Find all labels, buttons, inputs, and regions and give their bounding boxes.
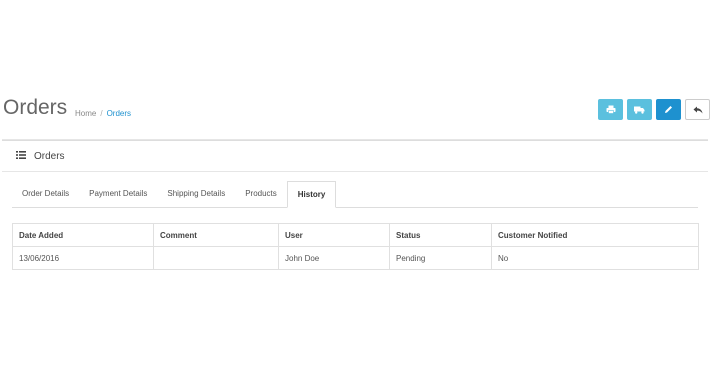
tab-products[interactable]: Products — [235, 181, 287, 207]
tab-order-details[interactable]: Order Details — [12, 181, 79, 207]
print-invoice-button[interactable] — [598, 99, 623, 120]
orders-panel: Orders Order Details Payment Details Shi… — [2, 140, 708, 281]
column-header: Customer Notified — [491, 223, 699, 247]
column-header: Comment — [153, 223, 279, 247]
edit-button[interactable] — [656, 99, 681, 120]
pencil-icon — [664, 105, 673, 114]
history-table: Date Added Comment User Status Customer … — [12, 223, 699, 270]
action-buttons — [598, 99, 710, 120]
column-header: Date Added — [12, 223, 154, 247]
breadcrumb: Home / Orders — [75, 109, 131, 118]
user-cell: John Doe — [278, 246, 390, 270]
date-added-cell: 13/06/2016 — [12, 246, 154, 270]
order-tabs: Order Details Payment Details Shipping D… — [12, 181, 698, 208]
panel-heading: Orders — [2, 141, 708, 172]
reply-icon — [693, 106, 703, 114]
tab-payment-details[interactable]: Payment Details — [79, 181, 157, 207]
back-button[interactable] — [685, 99, 710, 120]
truck-icon — [634, 106, 645, 114]
column-header: User — [278, 223, 390, 247]
table-row: 13/06/2016 John Doe Pending No — [12, 246, 699, 270]
comment-cell — [153, 246, 279, 270]
breadcrumb-home-link[interactable]: Home — [75, 109, 96, 118]
print-shipping-button[interactable] — [627, 99, 652, 120]
breadcrumb-separator: / — [100, 109, 103, 118]
column-header: Status — [389, 223, 492, 247]
panel-title: Orders — [34, 150, 65, 162]
list-icon — [16, 150, 26, 162]
tab-history[interactable]: History — [286, 181, 337, 208]
customer-notified-cell: No — [491, 246, 699, 270]
table-header-row: Date Added Comment User Status Customer … — [12, 223, 699, 247]
tab-shipping-details[interactable]: Shipping Details — [157, 181, 235, 207]
page-header: Orders Home / Orders — [0, 96, 710, 136]
print-icon — [606, 105, 616, 114]
status-cell: Pending — [389, 246, 492, 270]
page-title: Orders — [3, 96, 68, 119]
breadcrumb-orders-link[interactable]: Orders — [107, 109, 131, 118]
